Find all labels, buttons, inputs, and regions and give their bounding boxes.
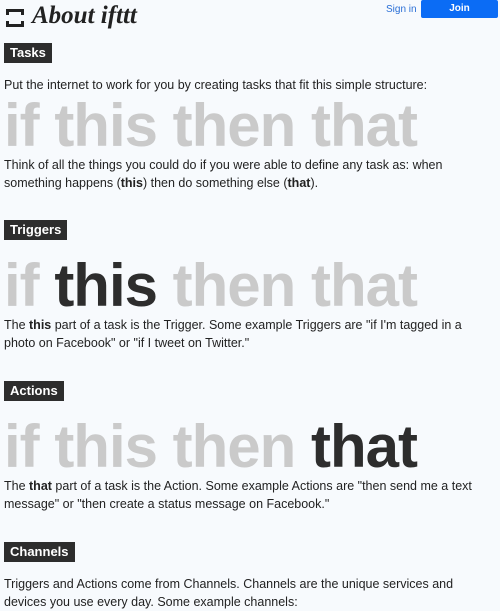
sign-in-link[interactable]: Sign in (386, 4, 417, 15)
triggers-heading: Triggers (4, 220, 68, 240)
channels-description: Triggers and Actions come from Channels.… (4, 577, 454, 609)
triggers-formula: if this then that (4, 256, 418, 316)
tasks-description: Think of all the things you could do if … (4, 156, 496, 192)
formula-word-this: this (54, 413, 158, 480)
formula-word-that: that (311, 92, 418, 159)
formula-word-if: if (4, 252, 40, 319)
text-segment: ). (310, 176, 319, 190)
header: About ifttt Sign in Join (0, 0, 500, 36)
formula-word-if: if (4, 92, 40, 159)
bold-this: this (120, 176, 143, 190)
formula-word-then: then (172, 413, 297, 480)
bold-this: this (29, 318, 52, 332)
text-segment: The (4, 479, 30, 493)
tasks-heading: Tasks (4, 43, 52, 63)
formula-word-if: if (4, 413, 40, 480)
formula-word-that-highlight: that (311, 413, 418, 480)
join-button[interactable]: Join (421, 0, 498, 18)
text-segment: part of a task is the Trigger. Some exam… (4, 318, 462, 350)
bold-that: that (287, 176, 311, 190)
formula-word-that: that (311, 252, 418, 319)
tasks-formula: if this then that (4, 96, 418, 156)
formula-word-then: then (172, 92, 297, 159)
text-segment: ) then do something else ( (142, 176, 288, 190)
actions-heading: Actions (4, 381, 64, 401)
formula-word-then: then (172, 252, 297, 319)
channels-heading: Channels (4, 542, 75, 562)
formula-word-this: this (54, 92, 158, 159)
formula-word-this-highlight: this (54, 252, 158, 319)
triggers-description: The this part of a task is the Trigger. … (4, 316, 496, 352)
page-title: About ifttt (32, 2, 137, 29)
actions-formula: if this then that (4, 417, 418, 477)
actions-description: The that part of a task is the Action. S… (4, 477, 496, 513)
ifttt-logo-icon (6, 9, 24, 27)
bold-that: that (29, 479, 52, 493)
text-segment: The (4, 318, 30, 332)
text-segment: part of a task is the Action. Some examp… (4, 479, 472, 511)
